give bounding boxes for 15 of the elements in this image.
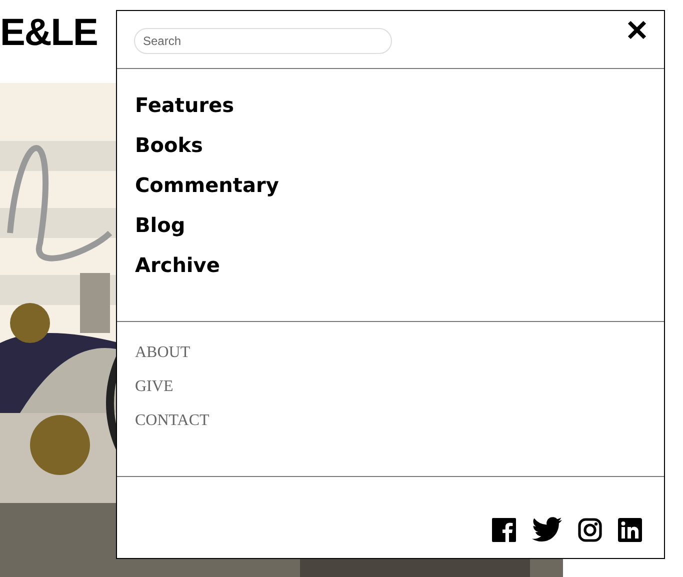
- menu-link[interactable]: Features: [135, 91, 234, 119]
- menu-link[interactable]: Blog: [135, 211, 186, 239]
- menu-link[interactable]: CONTACT: [135, 410, 210, 432]
- menu-link[interactable]: Commentary: [135, 171, 279, 199]
- twitter-icon[interactable]: [532, 517, 562, 542]
- menu-link[interactable]: GIVE: [135, 376, 174, 398]
- menu-link[interactable]: Books: [135, 131, 203, 159]
- menu-link[interactable]: Archive: [135, 251, 220, 279]
- instagram-icon[interactable]: [578, 518, 602, 542]
- search-field[interactable]: Search: [134, 28, 392, 54]
- linkedin-icon[interactable]: [618, 518, 642, 542]
- close-icon[interactable]: [626, 19, 648, 41]
- site-logo[interactable]: E&LE: [0, 12, 98, 55]
- menu-link[interactable]: ABOUT: [135, 342, 190, 364]
- facebook-icon[interactable]: [492, 518, 516, 542]
